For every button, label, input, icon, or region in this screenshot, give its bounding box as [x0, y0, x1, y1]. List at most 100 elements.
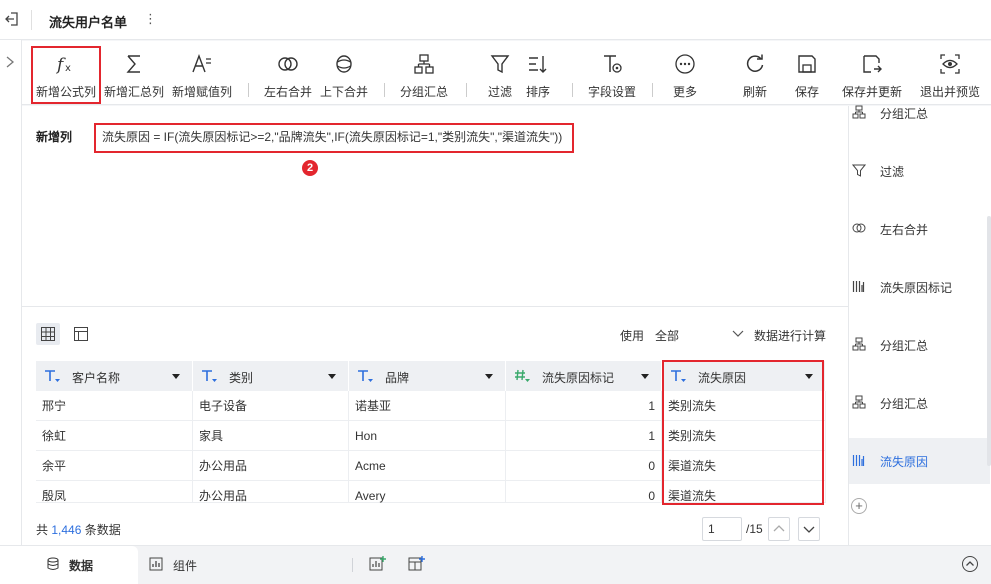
layout-view-button[interactable]: [69, 323, 93, 345]
table-cell: 徐虹: [36, 421, 193, 451]
next-page-button[interactable]: [798, 517, 820, 541]
sort-button[interactable]: 排序: [520, 41, 556, 105]
tab-data[interactable]: 数据: [0, 546, 138, 584]
step-item[interactable]: 过滤: [849, 148, 990, 194]
add-step-button[interactable]: +: [851, 498, 867, 514]
group-icon: [852, 395, 866, 409]
filter-button[interactable]: 过滤: [480, 41, 520, 105]
tab-label: 数据: [69, 559, 94, 573]
exit-icon[interactable]: [4, 11, 20, 27]
total-suffix: 条数据: [84, 523, 121, 537]
divider: [352, 558, 353, 572]
step-item-active[interactable]: 流失原因: [849, 438, 990, 484]
group-icon: [852, 105, 866, 119]
step-item[interactable]: 分组汇总: [849, 380, 990, 426]
merge-horizontal-icon: [852, 223, 866, 233]
column-name: 客户名称: [72, 371, 121, 385]
record-count: 共 1,446 条数据: [36, 521, 121, 538]
text-type-icon: [45, 370, 60, 382]
toolbar-label: 排序: [525, 85, 550, 99]
column-name: 流失原因标记: [542, 371, 615, 385]
step-item[interactable]: 分组汇总: [849, 322, 990, 368]
exit-preview-icon: [940, 54, 960, 74]
caret-down-icon[interactable]: [485, 374, 493, 379]
caret-down-icon[interactable]: [172, 374, 180, 379]
merge-horizontal-button[interactable]: 左右合并: [260, 41, 316, 105]
chart-icon: [149, 557, 163, 571]
toolbar-label: 刷新: [742, 85, 767, 99]
column-header[interactable]: 流失原因标记: [506, 361, 662, 391]
table-cell: Hon: [349, 421, 506, 451]
toolbar-label: 分组汇总: [399, 85, 448, 99]
divider: [652, 83, 653, 97]
table-cell: Avery: [349, 481, 506, 503]
step-item[interactable]: 分组汇总: [849, 90, 990, 136]
group-icon: [414, 54, 434, 74]
add-assign-column-button[interactable]: 新增赋值列: [169, 41, 235, 105]
highlight-box: [662, 360, 824, 505]
tab-components[interactable]: 组件: [140, 546, 260, 584]
page-total: /15: [746, 522, 763, 536]
step-item[interactable]: 流失原因标记: [849, 264, 990, 310]
layout-icon: [74, 327, 88, 341]
field-settings-icon: [604, 55, 622, 73]
table-cell: 1: [506, 421, 662, 451]
table-cell: 家具: [193, 421, 349, 451]
caret-down-icon[interactable]: [641, 374, 649, 379]
column-header[interactable]: 类别: [193, 361, 349, 391]
table-cell: 电子设备: [193, 391, 349, 421]
table-cell: 0: [506, 451, 662, 481]
divider: [248, 83, 249, 97]
chevron-down-icon: [732, 330, 744, 337]
group-summary-button[interactable]: 分组汇总: [396, 41, 452, 105]
toolbar-label: 上下合并: [319, 85, 368, 99]
add-chart-icon[interactable]: [369, 555, 387, 573]
chevron-right-icon[interactable]: [4, 55, 16, 69]
table-cell: Acme: [349, 451, 506, 481]
divider: [384, 83, 385, 97]
refresh-button[interactable]: 刷新: [735, 41, 775, 105]
number-type-icon: [515, 369, 530, 382]
caret-down-icon[interactable]: [328, 374, 336, 379]
step-item[interactable]: 左右合并: [849, 206, 990, 252]
column-header[interactable]: 客户名称: [36, 361, 193, 391]
add-summary-column-button[interactable]: 新增汇总列: [101, 41, 167, 105]
prev-page-button[interactable]: [768, 517, 790, 541]
step-label: 流失原因标记: [880, 281, 953, 295]
page-input[interactable]: 1: [702, 517, 742, 541]
table-icon: [41, 327, 55, 341]
table-cell: 1: [506, 391, 662, 421]
toolbar-label: 更多: [672, 85, 697, 99]
add-dashboard-icon[interactable]: [408, 555, 426, 573]
collapse-up-icon[interactable]: [961, 555, 979, 573]
annotation-badge-2: 2: [302, 160, 318, 176]
data-scope-select[interactable]: 全部: [652, 321, 746, 345]
filter-icon: [490, 55, 510, 74]
filter-icon: [852, 164, 866, 177]
scrollbar[interactable]: [987, 216, 991, 466]
toolbar-label: 字段设置: [587, 85, 636, 99]
merge-vertical-button[interactable]: 上下合并: [316, 41, 372, 105]
formula-label: 新增列: [36, 130, 73, 144]
text-type-icon: [358, 370, 373, 382]
group-icon: [852, 337, 866, 351]
tab-label: 组件: [173, 559, 198, 573]
divider: [572, 83, 573, 97]
save-button[interactable]: 保存: [787, 41, 827, 105]
grid-view-button[interactable]: [36, 323, 60, 345]
highlight-box: [31, 46, 101, 104]
toolbar-label: 新增赋值列: [171, 85, 232, 99]
data-scope-value: 全部: [655, 329, 680, 343]
field-settings-button[interactable]: 字段设置: [584, 41, 640, 105]
database-icon: [47, 557, 59, 570]
more-button[interactable]: 更多: [665, 41, 705, 105]
column-header[interactable]: 品牌: [349, 361, 506, 391]
table-cell: 殷凤: [36, 481, 193, 503]
step-label: 过滤: [880, 165, 905, 179]
toolbar-label: 左右合并: [263, 85, 312, 99]
vertical-dots-icon[interactable]: ⋮: [144, 11, 157, 27]
total-count: 1,446: [51, 523, 82, 537]
step-label: 流失原因: [880, 455, 929, 469]
left-strip: [0, 0, 22, 545]
step-label: 分组汇总: [880, 397, 929, 411]
